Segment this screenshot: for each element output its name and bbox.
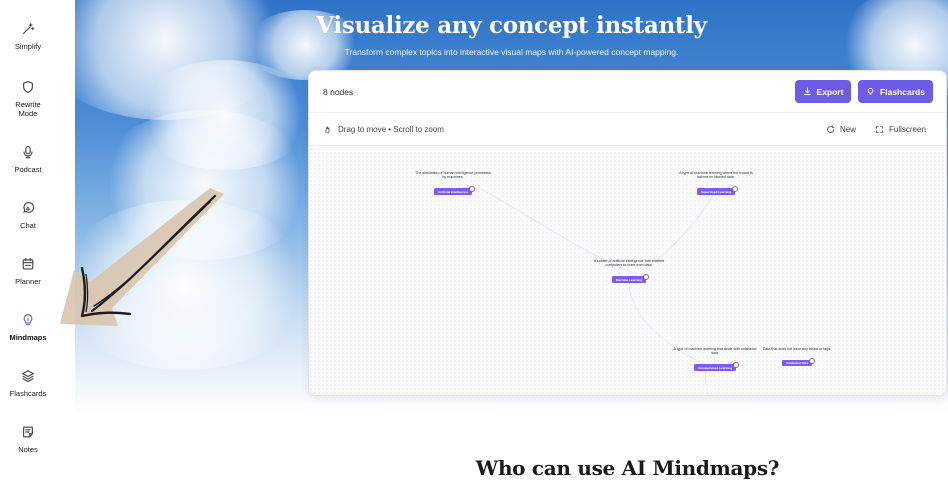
new-label: New (840, 125, 857, 134)
node-description: A type of machine learning that deals wi… (673, 347, 757, 356)
fullscreen-icon (876, 126, 883, 133)
mindmap-panel: 8 nodes Export Flashcards Drag to move •… (308, 70, 947, 396)
node-count: 8 nodes (323, 87, 354, 97)
sidebar-item-label: Mindmaps (9, 333, 47, 342)
mindmap-node[interactable]: A type of machine learning where the mod… (674, 171, 758, 198)
flashcards-label: Flashcards (880, 86, 925, 97)
sparkle-wand-icon (23, 23, 35, 34)
calendar-icon (22, 258, 34, 270)
download-icon (803, 87, 811, 95)
sidebar-item-label: Flashcards (9, 389, 47, 398)
page: Simplify Rewrite Mode Podcast Chat Plann… (0, 0, 948, 490)
canvas-toolbar: Drag to move • Scroll to zoom New Fullsc… (309, 114, 946, 146)
mindmap-node[interactable]: A type of machine learning that deals wi… (673, 347, 757, 374)
flashcards-button[interactable]: Flashcards (858, 80, 933, 103)
sidebar-item-label: Simplify (14, 42, 42, 51)
sidebar-item-label: Notes (18, 445, 38, 454)
sidebar-item-label: Rewrite Mode (15, 100, 41, 118)
sidebar: Simplify Rewrite Mode Podcast Chat Plann… (0, 0, 56, 490)
chat-bubble-icon (23, 202, 35, 213)
microphone-icon (23, 146, 33, 159)
mindmap-node[interactable]: Data that does not have any labels or ta… (761, 347, 833, 369)
node-label: Machine Learning (611, 273, 649, 283)
mindmap-node[interactable]: A subset of artificial intelligence that… (585, 259, 673, 286)
hero-subtitle: Transform complex topics into interactiv… (344, 47, 679, 57)
panel-header: 8 nodes Export Flashcards (309, 71, 946, 113)
sidebar-item-chat[interactable]: Chat (0, 201, 56, 230)
sidebar-item-label: Podcast (14, 165, 42, 174)
node-label: Artificial Intelligence (433, 185, 475, 195)
node-label: Unlabeled Data (781, 357, 816, 367)
sidebar-item-planner[interactable]: Planner (0, 257, 56, 286)
drag-hint-label: Drag to move • Scroll to zoom (338, 125, 444, 134)
export-button[interactable]: Export (795, 80, 851, 103)
sidebar-item-label: Planner (15, 277, 41, 286)
sidebar-item-rewrite-mode[interactable]: Rewrite Mode (0, 80, 56, 118)
node-description: Data that does not have any labels or ta… (762, 347, 832, 351)
note-icon (23, 426, 33, 438)
node-description: A subset of artificial intelligence that… (593, 259, 665, 268)
sidebar-item-podcast[interactable]: Podcast (0, 145, 56, 174)
layers-icon (22, 370, 34, 383)
new-button[interactable]: New (826, 125, 856, 134)
hero-title: Visualize any concept instantly (316, 12, 707, 39)
node-label: Unsupervised Learning (693, 361, 740, 371)
shield-icon (23, 81, 33, 93)
lightbulb-icon (867, 87, 874, 95)
sidebar-item-notes[interactable]: Notes (0, 425, 56, 454)
refresh-icon (827, 125, 835, 133)
node-description: The simulation of human intelligence pro… (415, 171, 491, 180)
sidebar-item-label: Chat (20, 221, 36, 230)
export-label: Export (816, 86, 844, 97)
node-label: Supervised Learning (696, 185, 738, 195)
sidebar-item-simplify[interactable]: Simplify (0, 22, 56, 51)
fullscreen-button[interactable]: Fullscreen (875, 125, 926, 134)
mindmap-canvas[interactable]: The simulation of human intelligence pro… (309, 147, 946, 395)
fullscreen-label: Fullscreen (889, 125, 926, 134)
mindmap-node[interactable]: The simulation of human intelligence pro… (413, 171, 493, 198)
section-title: Who can use AI Mindmaps? (475, 456, 780, 480)
pointer-arrow-icon (52, 186, 227, 331)
lightbulb-icon (23, 314, 33, 326)
move-icon (325, 126, 330, 134)
sidebar-item-mindmaps[interactable]: Mindmaps (0, 313, 56, 342)
sidebar-item-flashcards[interactable]: Flashcards (0, 369, 56, 398)
drag-hint: Drag to move • Scroll to zoom (323, 125, 444, 134)
node-description: A type of machine learning where the mod… (679, 171, 753, 180)
